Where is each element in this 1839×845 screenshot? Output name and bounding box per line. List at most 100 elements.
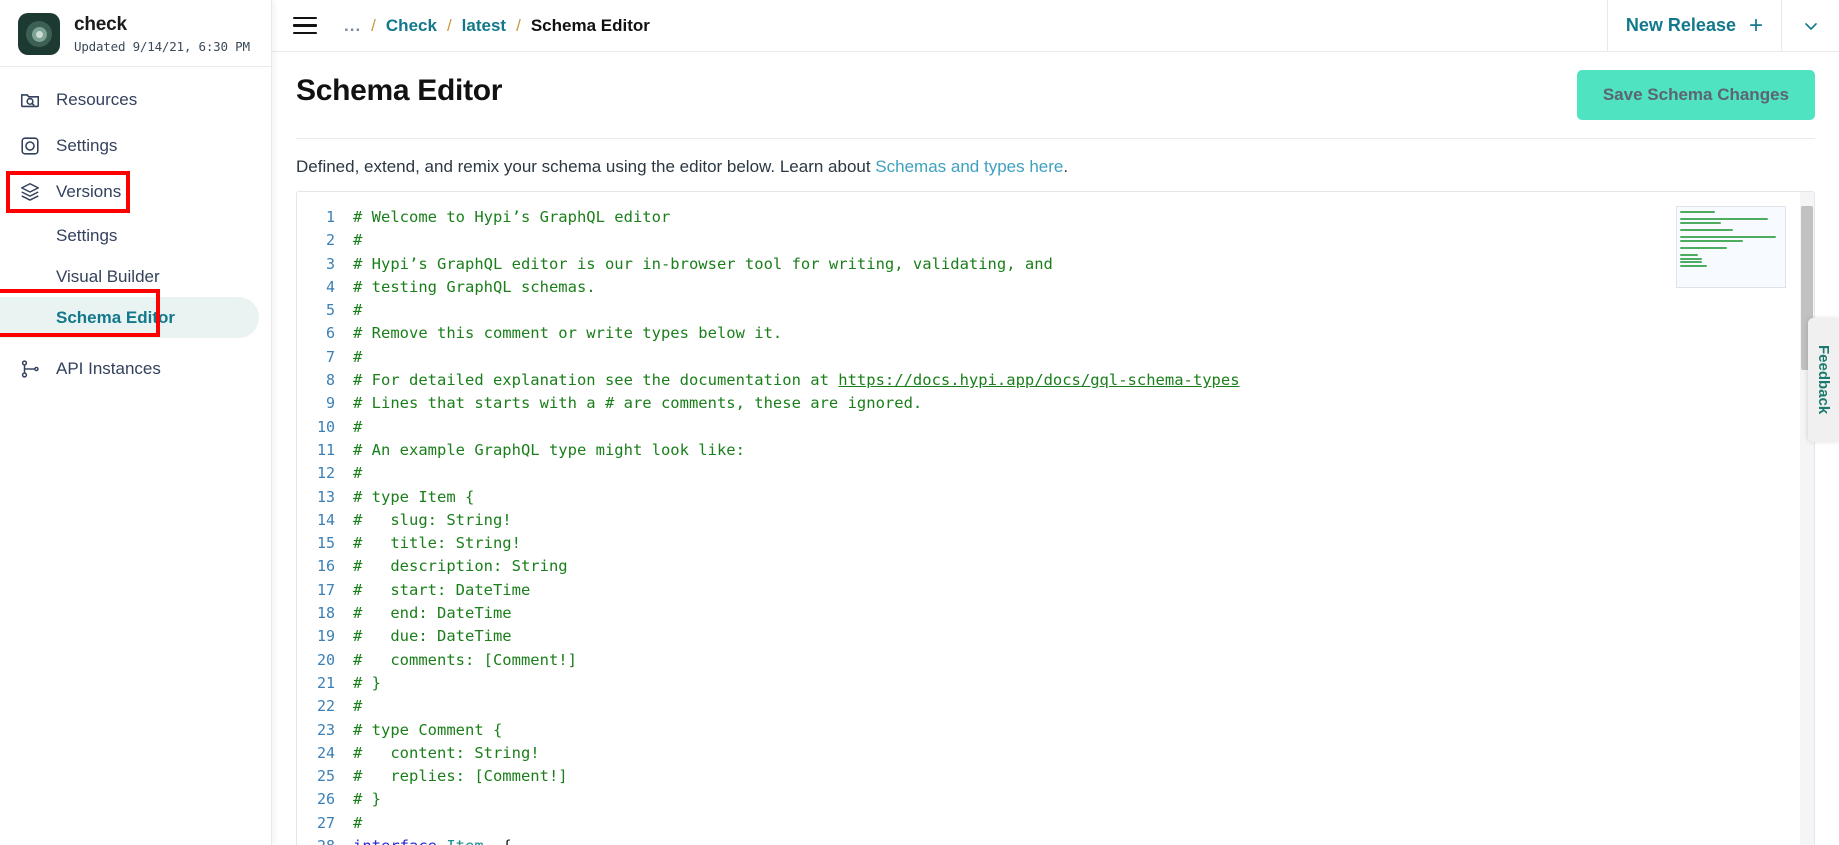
save-schema-changes-button[interactable]: Save Schema Changes <box>1576 70 1815 120</box>
sidebar-item-label: Versions <box>56 182 122 201</box>
line-number: 16 <box>316 557 335 576</box>
code-line[interactable]: 14 # slug: String! <box>297 509 1814 532</box>
sidebar-item-api-instances[interactable]: API Instances <box>0 346 271 392</box>
breadcrumb-ellipsis[interactable]: ... <box>344 16 361 36</box>
code-line[interactable]: 2 # <box>297 229 1814 252</box>
code-text[interactable]: # <box>353 416 362 439</box>
new-release-label: New Release <box>1625 15 1736 35</box>
code-minimap[interactable] <box>1676 206 1786 288</box>
layers-icon <box>18 180 42 204</box>
sidebar-item-settings[interactable]: Settings <box>0 123 271 169</box>
code-line[interactable]: 8 # For detailed explanation see the docu… <box>297 369 1814 392</box>
line-number: 22 <box>316 697 335 716</box>
schema-code-editor[interactable]: 1 # Welcome to Hypi’s GraphQL editor 2 #3 # … <box>296 191 1815 845</box>
code-text[interactable]: # An example GraphQL type might look lik… <box>353 439 745 462</box>
feedback-tab[interactable]: Feedback <box>1808 318 1839 442</box>
line-number: 20 <box>316 650 335 669</box>
code-line[interactable]: 20 # comments: [Comment!] <box>297 649 1814 672</box>
chevron-down-icon[interactable] <box>1781 0 1839 52</box>
code-text[interactable]: # <box>353 695 362 718</box>
code-text[interactable]: # } <box>353 672 381 695</box>
hamburger-icon[interactable] <box>288 9 322 43</box>
code-text[interactable]: # description: String <box>353 555 568 578</box>
code-text[interactable]: # slug: String! <box>353 509 512 532</box>
code-line[interactable]: 11 # An example GraphQL type might look l… <box>297 439 1814 462</box>
code-line[interactable]: 1 # Welcome to Hypi’s GraphQL editor <box>297 206 1814 229</box>
code-text[interactable]: # <box>353 812 362 835</box>
code-text[interactable]: # type Item { <box>353 486 474 509</box>
docs-url-link[interactable]: https://docs.hypi.app/docs/gql-schema-ty… <box>838 371 1239 389</box>
code-line[interactable]: 15 # title: String! <box>297 532 1814 555</box>
line-number: 3 <box>325 254 335 273</box>
code-punctuation: { <box>484 837 511 845</box>
code-text[interactable]: interface Item { <box>353 835 512 845</box>
code-line[interactable]: 7 # <box>297 346 1814 369</box>
line-number: 2 <box>325 231 335 250</box>
sidebar-item-settings-sub[interactable]: Settings <box>0 215 271 256</box>
sidebar-item-visual-builder[interactable]: Visual Builder <box>0 256 271 297</box>
code-text[interactable]: # start: DateTime <box>353 579 530 602</box>
code-line[interactable]: 25 # replies: [Comment!] <box>297 765 1814 788</box>
code-text[interactable]: # end: DateTime <box>353 602 512 625</box>
code-line[interactable]: 16 # description: String <box>297 555 1814 578</box>
code-text[interactable]: # <box>353 299 362 322</box>
breadcrumb-item-check[interactable]: Check <box>386 16 437 36</box>
breadcrumb-item-latest[interactable]: latest <box>462 16 506 36</box>
code-text[interactable]: # Remove this comment or write types bel… <box>353 322 782 345</box>
code-line[interactable]: 28interface Item { <box>297 835 1814 845</box>
code-type: Item <box>437 837 483 845</box>
code-text[interactable]: # Lines that starts with a # are comment… <box>353 392 922 415</box>
code-line[interactable]: 13 # type Item { <box>297 486 1814 509</box>
code-text[interactable]: # Welcome to Hypi’s GraphQL editor <box>353 206 670 229</box>
editor-scrollbar[interactable] <box>1800 192 1814 845</box>
code-text[interactable]: # due: DateTime <box>353 625 512 648</box>
folder-search-icon <box>18 88 42 112</box>
code-line[interactable]: 10 # <box>297 416 1814 439</box>
line-number: 26 <box>316 790 335 809</box>
code-text[interactable]: # <box>353 229 362 252</box>
code-line[interactable]: 23 # type Comment { <box>297 719 1814 742</box>
code-line[interactable]: 6 # Remove this comment or write types be… <box>297 322 1814 345</box>
schemas-and-types-link[interactable]: Schemas and types here <box>875 157 1063 176</box>
line-number: 7 <box>325 347 335 366</box>
code-text[interactable]: # <box>353 346 362 369</box>
code-line[interactable]: 26 # } <box>297 788 1814 811</box>
sidebar-item-schema-editor[interactable]: Schema Editor <box>0 289 259 338</box>
code-line[interactable]: 9 # Lines that starts with a # are commen… <box>297 392 1814 415</box>
page-body: Schema Editor Save Schema Changes Define… <box>272 52 1839 845</box>
code-line[interactable]: 12 # <box>297 462 1814 485</box>
code-text[interactable]: # testing GraphQL schemas. <box>353 276 596 299</box>
code-text[interactable]: # type Comment { <box>353 719 502 742</box>
code-line[interactable]: 24 # content: String! <box>297 742 1814 765</box>
code-line[interactable]: 17 # start: DateTime <box>297 579 1814 602</box>
code-text[interactable]: # content: String! <box>353 742 540 765</box>
code-lines-container[interactable]: 1 # Welcome to Hypi’s GraphQL editor 2 #3 # … <box>297 192 1814 845</box>
code-text[interactable]: # For detailed explanation see the docum… <box>353 369 1240 392</box>
code-line[interactable]: 5 # <box>297 299 1814 322</box>
code-line[interactable]: 27 # <box>297 812 1814 835</box>
plus-icon: + <box>1748 11 1763 39</box>
sidebar-item-resources[interactable]: Resources <box>0 77 271 123</box>
code-text[interactable]: # } <box>353 788 381 811</box>
sidebar: check Updated 9/14/21, 6:30 PM Resources <box>0 0 272 845</box>
line-number: 10 <box>316 417 335 436</box>
app-header[interactable]: check Updated 9/14/21, 6:30 PM <box>0 0 271 66</box>
page-title: Schema Editor <box>296 74 503 107</box>
new-release-button[interactable]: New Release + <box>1606 0 1781 52</box>
sidebar-item-label: Settings <box>56 136 118 155</box>
line-number: 4 <box>325 277 335 296</box>
code-line[interactable]: 3 # Hypi’s GraphQL editor is our in-brows… <box>297 253 1814 276</box>
code-line[interactable]: 21 # } <box>297 672 1814 695</box>
code-text[interactable]: # title: String! <box>353 532 521 555</box>
code-line[interactable]: 22 # <box>297 695 1814 718</box>
sidebar-item-versions[interactable]: Versions <box>0 169 271 215</box>
code-text[interactable]: # <box>353 462 362 485</box>
code-line[interactable]: 18 # end: DateTime <box>297 602 1814 625</box>
line-number: 24 <box>316 743 335 762</box>
code-line[interactable]: 19 # due: DateTime <box>297 625 1814 648</box>
line-number: 11 <box>316 440 335 459</box>
code-text[interactable]: # replies: [Comment!] <box>353 765 568 788</box>
code-text[interactable]: # comments: [Comment!] <box>353 649 577 672</box>
code-line[interactable]: 4 # testing GraphQL schemas. <box>297 276 1814 299</box>
code-text[interactable]: # Hypi’s GraphQL editor is our in-browse… <box>353 253 1053 276</box>
